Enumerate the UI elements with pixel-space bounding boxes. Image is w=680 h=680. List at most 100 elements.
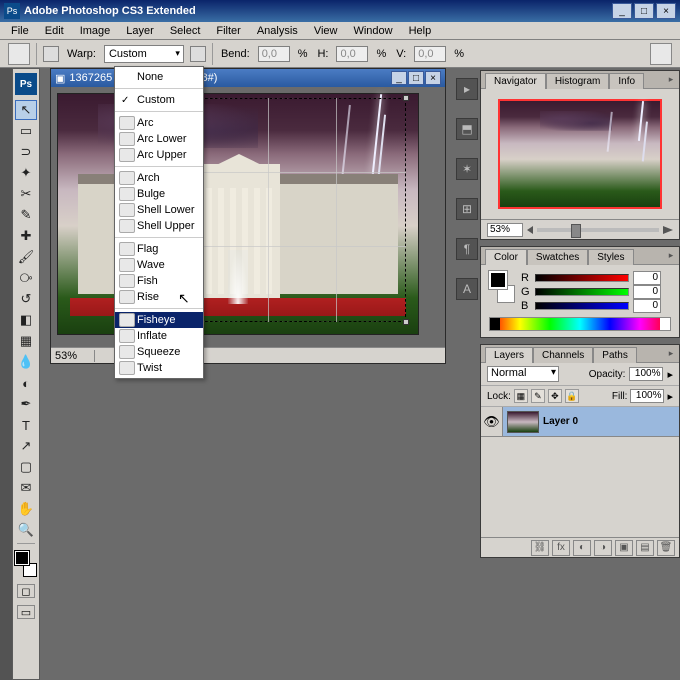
maximize-button[interactable]: □: [634, 3, 654, 19]
menu-view[interactable]: View: [307, 23, 345, 39]
eraser-tool[interactable]: ◧: [15, 310, 37, 330]
quick-mask[interactable]: ◻: [17, 584, 35, 598]
fill-input[interactable]: 100%: [630, 389, 664, 403]
stamp-tool[interactable]: ⧂: [15, 268, 37, 288]
tab-swatches[interactable]: Swatches: [527, 249, 588, 265]
blur-tool[interactable]: 💧: [15, 352, 37, 372]
menu-help[interactable]: Help: [402, 23, 439, 39]
r-slider[interactable]: [535, 274, 629, 282]
warp-item-wave[interactable]: Wave: [115, 257, 203, 273]
warp-item-shell-upper[interactable]: Shell Upper: [115, 218, 203, 234]
nav-zoom-input[interactable]: 53%: [487, 223, 523, 237]
color-swatch[interactable]: [15, 551, 37, 577]
pen-tool[interactable]: ✒: [15, 394, 37, 414]
doc-minimize[interactable]: _: [391, 71, 407, 85]
doc-image[interactable]: [57, 93, 419, 335]
h-input[interactable]: 0,0: [336, 46, 368, 62]
fx-icon[interactable]: fx: [552, 540, 570, 556]
minimize-button[interactable]: _: [612, 3, 632, 19]
panel-menu-icon[interactable]: ▸: [665, 347, 677, 359]
gradient-tool[interactable]: ▦: [15, 331, 37, 351]
dock-icon[interactable]: ¶: [456, 238, 478, 260]
zoom-tool[interactable]: 🔍: [15, 520, 37, 540]
tab-layers[interactable]: Layers: [485, 347, 533, 363]
delete-icon[interactable]: 🗑: [657, 540, 675, 556]
warp-item-arc[interactable]: Arc: [115, 115, 203, 131]
menu-layer[interactable]: Layer: [119, 23, 161, 39]
notes-tool[interactable]: ✉: [15, 478, 37, 498]
opacity-flyout[interactable]: ▸: [667, 368, 673, 381]
opacity-input[interactable]: 100%: [629, 367, 663, 381]
b-slider[interactable]: [535, 302, 629, 310]
doc-title-bar[interactable]: ▣ 1367265 % (Layer 0, RGB/8#) _ □ ×: [51, 69, 445, 87]
tab-color[interactable]: Color: [485, 249, 527, 265]
warp-orientation[interactable]: [190, 46, 206, 62]
crop-tool[interactable]: ✂: [15, 184, 37, 204]
warp-item-arch[interactable]: Arch: [115, 170, 203, 186]
dock-icon[interactable]: ✶: [456, 158, 478, 180]
menu-analysis[interactable]: Analysis: [250, 23, 305, 39]
dock-icon[interactable]: ▸: [456, 78, 478, 100]
link-layers-icon[interactable]: ⛓: [531, 540, 549, 556]
lock-all-icon[interactable]: 🔒: [565, 389, 579, 403]
screen-mode[interactable]: ▭: [17, 605, 35, 619]
blend-mode-select[interactable]: Normal: [487, 366, 559, 382]
wand-tool[interactable]: ✦: [15, 163, 37, 183]
warp-item-bulge[interactable]: Bulge: [115, 186, 203, 202]
warp-item-arc-upper[interactable]: Arc Upper: [115, 147, 203, 163]
path-tool[interactable]: ↗: [15, 436, 37, 456]
adjustment-icon[interactable]: ◑: [594, 540, 612, 556]
warp-item-shell-lower[interactable]: Shell Lower: [115, 202, 203, 218]
dodge-tool[interactable]: ◐: [15, 373, 37, 393]
hand-tool[interactable]: ✋: [15, 499, 37, 519]
warp-item-custom[interactable]: Custom: [115, 92, 203, 108]
navigator-thumb[interactable]: [498, 99, 662, 209]
zoom-in-icon[interactable]: [663, 226, 673, 234]
warp-item-arc-lower[interactable]: Arc Lower: [115, 131, 203, 147]
history-brush-tool[interactable]: ↺: [15, 289, 37, 309]
eyedropper-tool[interactable]: ✎: [15, 205, 37, 225]
new-layer-icon[interactable]: ▤: [636, 540, 654, 556]
shape-tool[interactable]: ▢: [15, 457, 37, 477]
v-input[interactable]: 0,0: [414, 46, 446, 62]
color-swatch[interactable]: [489, 271, 515, 303]
transform-icon[interactable]: [8, 43, 30, 65]
warp-item-inflate[interactable]: Inflate: [115, 328, 203, 344]
r-value[interactable]: 0: [633, 271, 661, 285]
mask-icon[interactable]: ◐: [573, 540, 591, 556]
warp-select[interactable]: Custom: [104, 45, 184, 63]
marquee-tool[interactable]: ▭: [15, 121, 37, 141]
menu-window[interactable]: Window: [346, 23, 399, 39]
fg-color[interactable]: [15, 551, 29, 565]
dock-icon[interactable]: ⬒: [456, 118, 478, 140]
warp-item-none[interactable]: None: [115, 69, 203, 85]
warp-item-squeeze[interactable]: Squeeze: [115, 344, 203, 360]
panel-menu-icon[interactable]: ▸: [665, 73, 677, 85]
warp-item-fish[interactable]: Fish: [115, 273, 203, 289]
warp-item-flag[interactable]: Flag: [115, 241, 203, 257]
lasso-tool[interactable]: ⊃: [15, 142, 37, 162]
menu-select[interactable]: Select: [163, 23, 208, 39]
nav-zoom-slider[interactable]: [537, 228, 659, 232]
tab-styles[interactable]: Styles: [588, 249, 633, 265]
lock-paint-icon[interactable]: ✎: [531, 389, 545, 403]
lock-pixels-icon[interactable]: ▦: [514, 389, 528, 403]
menu-edit[interactable]: Edit: [38, 23, 71, 39]
menu-filter[interactable]: Filter: [209, 23, 247, 39]
tab-info[interactable]: Info: [609, 73, 644, 89]
layer-name[interactable]: Layer 0: [543, 416, 578, 427]
layer-list[interactable]: 👁 Layer 0: [481, 407, 679, 537]
menu-image[interactable]: Image: [73, 23, 118, 39]
b-value[interactable]: 0: [633, 299, 661, 313]
warp-dropdown-menu[interactable]: None Custom Arc Arc Lower Arc Upper Arch…: [114, 66, 204, 379]
type-tool[interactable]: T: [15, 415, 37, 435]
lock-move-icon[interactable]: ✥: [548, 389, 562, 403]
dock-icon[interactable]: A: [456, 278, 478, 300]
zoom-out-icon[interactable]: [527, 226, 533, 234]
layer-thumb[interactable]: [507, 411, 539, 433]
doc-zoom[interactable]: 53%: [51, 350, 95, 362]
move-tool[interactable]: ↖: [15, 100, 37, 120]
brush-tool[interactable]: 🖌: [15, 247, 37, 267]
tab-navigator[interactable]: Navigator: [485, 73, 546, 89]
tab-channels[interactable]: Channels: [533, 347, 593, 363]
